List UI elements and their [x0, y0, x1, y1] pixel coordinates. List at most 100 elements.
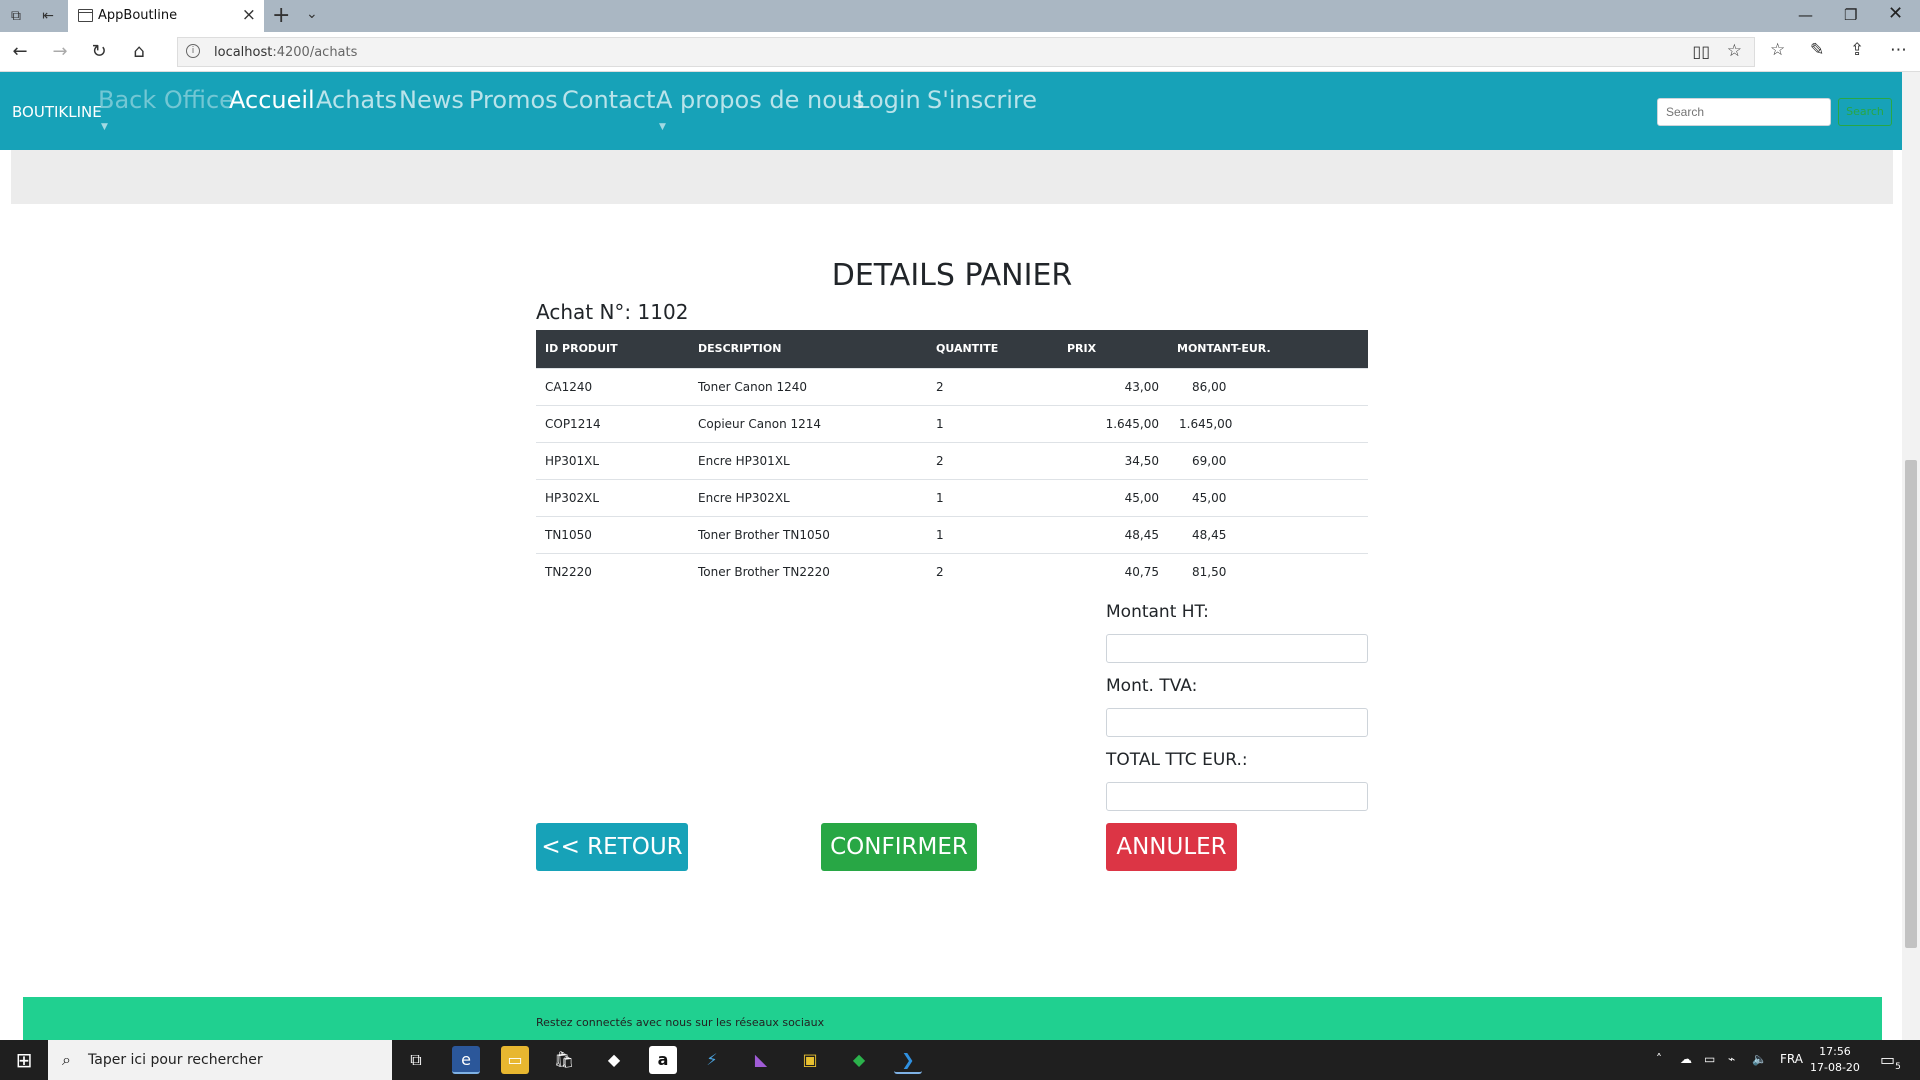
volume-icon[interactable]: 🔈 — [1752, 1052, 1767, 1066]
nav-a-propos[interactable]: A propos de nous — [656, 86, 865, 114]
green-app-icon[interactable]: ◆ — [845, 1046, 873, 1074]
amazon-icon[interactable]: a — [649, 1046, 677, 1074]
search-button[interactable]: Search — [1838, 98, 1892, 126]
nav-contact[interactable]: Contact — [562, 86, 655, 114]
taskbar-search-text: Taper ici pour rechercher — [88, 1052, 263, 1068]
cart-table: ID PRODUIT DESCRIPTION QUANTITE PRIX MON… — [536, 330, 1368, 590]
url-text: localhost:4200/achats — [214, 45, 358, 60]
set-aside-tabs-icon[interactable]: ⇤ — [40, 8, 56, 24]
favorite-star-icon[interactable]: ☆ — [1727, 41, 1742, 61]
cell-montant: 48,45 — [1168, 515, 1368, 553]
cell-id: CA1240 — [536, 367, 689, 405]
cloud-icon[interactable]: ☁ — [1680, 1052, 1692, 1066]
restore-icon[interactable]: ❐ — [1844, 6, 1857, 24]
nav-news[interactable]: News — [399, 86, 464, 114]
refresh-icon[interactable]: ↻ — [88, 41, 110, 63]
mont-tva-input[interactable] — [1106, 708, 1368, 737]
table-row: HP301XL Encre HP301XL 2 34,50 69,00 — [536, 441, 1368, 479]
cell-montant: 69,00 — [1168, 441, 1368, 479]
pen-icon[interactable]: ✎ — [1810, 40, 1824, 60]
task-view-icon[interactable]: ⧉ — [402, 1046, 430, 1074]
notification-icon[interactable]: ▭5 — [1880, 1050, 1901, 1072]
forward-icon[interactable]: → — [49, 41, 71, 63]
scrollbar[interactable] — [1902, 72, 1920, 1040]
total-ttc-input[interactable] — [1106, 782, 1368, 811]
montant-ht-label: Montant HT: — [1106, 602, 1209, 622]
azure-icon[interactable]: ⚡ — [698, 1046, 726, 1074]
nav-back-office[interactable]: Back Office — [98, 86, 234, 114]
col-description: DESCRIPTION — [689, 330, 927, 368]
cell-quantite: 2 — [927, 367, 1058, 405]
close-tab-icon[interactable]: × — [242, 5, 256, 25]
col-prix: PRIX — [1058, 330, 1168, 368]
battery-icon[interactable]: ▭ — [1704, 1052, 1715, 1066]
cell-id: COP1214 — [536, 404, 689, 442]
mont-tva-label: Mont. TVA: — [1106, 676, 1198, 696]
taskbar: ⊞ ⌕ Taper ici pour rechercher ⧉ e ▭ 🛍 ◆ … — [0, 1040, 1920, 1080]
montant-ht-input[interactable] — [1106, 634, 1368, 663]
caret-down-icon: ▼ — [659, 122, 666, 132]
cell-quantite: 1 — [927, 404, 1058, 442]
more-icon[interactable]: ⋯ — [1890, 40, 1907, 60]
table-header-row: ID PRODUIT DESCRIPTION QUANTITE PRIX MON… — [536, 330, 1368, 368]
caret-down-icon: ▼ — [101, 122, 108, 132]
achat-number: Achat N°: 1102 — [536, 300, 689, 324]
clock-date: 17-08-20 — [1810, 1061, 1860, 1074]
file-explorer-icon[interactable]: ▭ — [501, 1046, 529, 1074]
nav-accueil[interactable]: Accueil — [229, 86, 315, 114]
cell-montant: 45,00 — [1168, 478, 1368, 516]
table-row: TN2220 Toner Brother TN2220 2 40,75 81,5… — [536, 552, 1368, 590]
page-icon — [78, 9, 93, 22]
cell-description: Toner Brother TN2220 — [689, 552, 927, 590]
store-icon[interactable]: 🛍 — [550, 1046, 578, 1074]
url-field[interactable]: i localhost:4200/achats ▯▯ ☆ — [177, 37, 1755, 67]
chevron-down-icon[interactable]: ⌄ — [306, 6, 318, 22]
back-icon[interactable]: ← — [9, 41, 31, 63]
cell-description: Toner Canon 1240 — [689, 367, 927, 405]
app-icon[interactable]: ▣ — [796, 1046, 824, 1074]
brand-logo[interactable]: BOUTIKLINE — [12, 103, 102, 121]
new-tab-icon[interactable]: + — [272, 3, 290, 29]
cell-id: HP301XL — [536, 441, 689, 479]
cell-quantite: 2 — [927, 552, 1058, 590]
dropbox-icon[interactable]: ◆ — [600, 1046, 628, 1074]
info-icon[interactable]: i — [186, 44, 200, 58]
vscode-icon[interactable]: ❯ — [894, 1046, 922, 1074]
clock[interactable]: 17:56 17-08-20 — [1810, 1044, 1860, 1076]
footer: Restez connectés avec nous sur les résea… — [23, 997, 1882, 1040]
network-icon[interactable]: ⌁ — [1728, 1052, 1735, 1066]
nav-promos[interactable]: Promos — [469, 86, 558, 114]
nav-inscrire[interactable]: S'inscrire — [927, 86, 1037, 114]
visual-studio-icon[interactable]: ◣ — [747, 1046, 775, 1074]
cell-quantite: 2 — [927, 441, 1058, 479]
cell-description: Encre HP302XL — [689, 478, 927, 516]
taskbar-search[interactable]: ⌕ Taper ici pour rechercher — [48, 1040, 392, 1080]
nav-achats[interactable]: Achats — [316, 86, 397, 114]
annuler-button[interactable]: ANNULER — [1106, 823, 1237, 871]
browser-tab[interactable]: AppBoutline × — [68, 0, 264, 32]
chevron-up-icon[interactable]: ˄ — [1656, 1052, 1662, 1066]
table-row: CA1240 Toner Canon 1240 2 43,00 86,00 — [536, 367, 1368, 405]
scrollbar-thumb[interactable] — [1905, 460, 1917, 948]
retour-button[interactable]: << RETOUR — [536, 823, 688, 871]
page-title: DETAILS PANIER — [831, 258, 1073, 293]
cell-prix: 48,45 — [1058, 515, 1168, 553]
nav-login[interactable]: Login — [856, 86, 921, 114]
tab-manager-icon[interactable]: ⧉ — [8, 8, 24, 24]
close-window-icon[interactable]: ✕ — [1888, 3, 1903, 24]
cell-description: Toner Brother TN1050 — [689, 515, 927, 553]
share-icon[interactable]: ⇪ — [1850, 40, 1864, 60]
search-icon: ⌕ — [62, 1050, 71, 1069]
cell-montant: 86,00 — [1168, 367, 1368, 405]
table-row: TN1050 Toner Brother TN1050 1 48,45 48,4… — [536, 515, 1368, 553]
search-input[interactable] — [1657, 98, 1831, 126]
home-icon[interactable]: ⌂ — [128, 41, 150, 63]
favorites-icon[interactable]: ☆ — [1770, 40, 1785, 60]
edge-icon[interactable]: e — [452, 1046, 480, 1074]
minimize-icon[interactable]: — — [1798, 6, 1813, 24]
reading-view-icon[interactable]: ▯▯ — [1692, 42, 1710, 61]
language-indicator[interactable]: FRA — [1780, 1052, 1803, 1066]
notification-count: 5 — [1895, 1062, 1901, 1073]
windows-start-icon[interactable]: ⊞ — [0, 1040, 48, 1080]
confirmer-button[interactable]: CONFIRMER — [821, 823, 977, 871]
